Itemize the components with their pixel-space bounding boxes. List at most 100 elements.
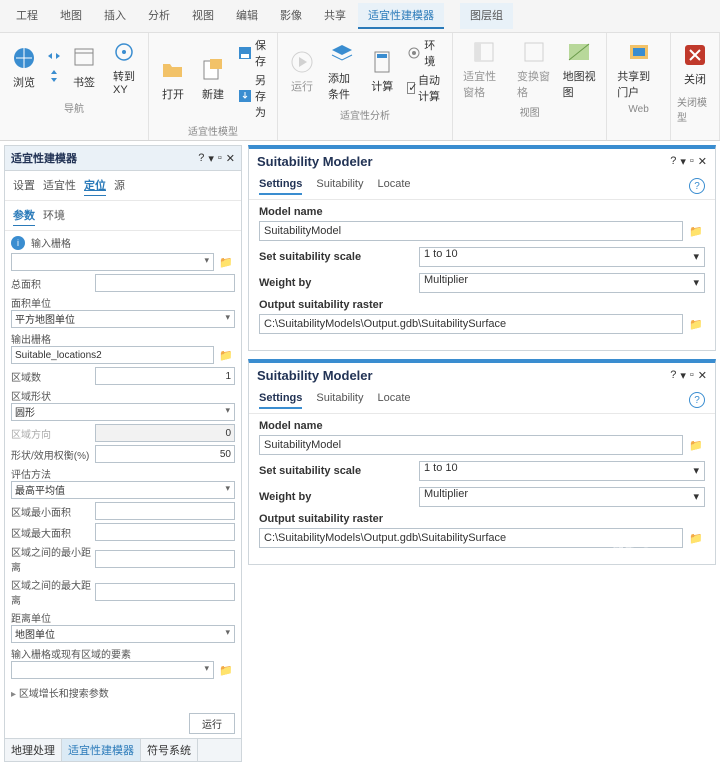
- model-name-input[interactable]: [259, 221, 683, 241]
- scale-select[interactable]: 1 to 10: [419, 461, 705, 481]
- weight-select[interactable]: Multiplier: [419, 273, 705, 293]
- subtab-params[interactable]: 参数: [13, 205, 35, 226]
- bookmark-button[interactable]: 书签: [66, 42, 102, 92]
- env-button[interactable]: 环境: [404, 36, 446, 70]
- minimize-icon[interactable]: ▾: [208, 152, 214, 165]
- subtab-locate[interactable]: 定位: [84, 175, 106, 196]
- sm-tab-locate[interactable]: Locate: [377, 178, 410, 195]
- bookmark-icon: [70, 44, 98, 72]
- subtab-suitability[interactable]: 适宜性: [43, 175, 76, 196]
- nav-arrows[interactable]: [46, 48, 62, 87]
- min-dist-input[interactable]: [95, 550, 235, 568]
- tab-view[interactable]: 视图: [182, 3, 224, 29]
- sm-tab-suitability[interactable]: Suitability: [316, 392, 363, 409]
- subtabs-1: 设置 适宜性 定位 源: [5, 171, 241, 201]
- tab-image[interactable]: 影像: [270, 3, 312, 29]
- help-icon[interactable]: ?: [198, 152, 204, 165]
- shape-weight-input[interactable]: [95, 445, 235, 463]
- pin-icon[interactable]: ▫: [690, 369, 694, 382]
- subtab-source[interactable]: 源: [114, 175, 125, 196]
- close-button[interactable]: 关闭: [677, 39, 713, 89]
- ftab-symbology[interactable]: 符号系统: [141, 739, 198, 761]
- addcrit-button[interactable]: 添加条件: [324, 38, 360, 104]
- browse-folder-icon[interactable]: 📁: [217, 661, 235, 679]
- browse-folder-icon[interactable]: 📁: [217, 253, 235, 271]
- suitability-modeler-pane-2: Suitability Modeler ?▾▫✕ Settings Suitab…: [248, 359, 716, 565]
- save-icon: [238, 45, 252, 61]
- dist-unit-select[interactable]: 地图单位: [11, 625, 235, 643]
- saveas-button[interactable]: 另存为: [235, 71, 271, 121]
- eval-method-select[interactable]: 最高平均值: [11, 481, 235, 499]
- tab-suitability-modeler[interactable]: 适宜性建模器: [358, 3, 444, 29]
- compute-button[interactable]: 计算: [364, 46, 400, 96]
- close-pane-icon[interactable]: ✕: [226, 152, 235, 165]
- tab-layergroup[interactable]: 图层组: [460, 3, 513, 29]
- help-icon[interactable]: ?: [670, 155, 676, 168]
- suitability-builder-pane: 适宜性建模器 ? ▾ ▫ ✕ 设置 适宜性 定位 源 参数 环境 i输入栅格 📁…: [4, 145, 242, 762]
- tab-project[interactable]: 工程: [6, 3, 48, 29]
- arrows-icon: [46, 48, 62, 67]
- target-icon: [110, 38, 138, 66]
- weight-select[interactable]: Multiplier: [419, 487, 705, 507]
- minimize-icon[interactable]: ▾: [680, 369, 686, 382]
- new-button[interactable]: 新建: [195, 54, 231, 104]
- help-icon[interactable]: ?: [670, 369, 676, 382]
- close-pane-icon[interactable]: ✕: [698, 369, 707, 382]
- transform-icon: [520, 38, 548, 66]
- output-raster-input[interactable]: [259, 528, 683, 548]
- subtab-settings[interactable]: 设置: [13, 175, 35, 196]
- sm-tab-settings[interactable]: Settings: [259, 392, 302, 409]
- region-shape-select[interactable]: 圆形: [11, 403, 235, 421]
- region-count-input[interactable]: [95, 367, 235, 385]
- scale-select[interactable]: 1 to 10: [419, 247, 705, 267]
- subtabs-2: 参数 环境: [5, 201, 241, 231]
- browse-folder-icon[interactable]: 📁: [687, 315, 705, 333]
- autocalc-check[interactable]: 自动计算: [404, 71, 446, 105]
- tab-analyze[interactable]: 分析: [138, 3, 180, 29]
- pane-button[interactable]: 适宜性窗格: [459, 36, 509, 102]
- help-dot-icon[interactable]: ?: [689, 392, 705, 408]
- footer-tabs: 地理处理 适宜性建模器 符号系统: [5, 738, 241, 761]
- save-button[interactable]: 保存: [235, 36, 271, 70]
- area-unit-select[interactable]: 平方地图单位: [11, 310, 235, 328]
- existing-select[interactable]: [11, 661, 214, 679]
- input-raster-select[interactable]: [11, 253, 214, 271]
- sm-tab-suitability[interactable]: Suitability: [316, 178, 363, 195]
- ftab-modeler[interactable]: 适宜性建模器: [62, 739, 141, 761]
- region-growth-expander[interactable]: 区域增长和搜索参数: [11, 682, 235, 703]
- ftab-geoprocessing[interactable]: 地理处理: [5, 739, 62, 761]
- tab-share[interactable]: 共享: [314, 3, 356, 29]
- total-area-input[interactable]: [95, 274, 235, 292]
- out-raster-input[interactable]: [11, 346, 214, 364]
- max-area-input[interactable]: [95, 523, 235, 541]
- output-raster-input[interactable]: [259, 314, 683, 334]
- minimize-icon[interactable]: ▾: [680, 155, 686, 168]
- close-icon: [681, 41, 709, 69]
- open-button[interactable]: 打开: [155, 54, 191, 104]
- close-pane-icon[interactable]: ✕: [698, 155, 707, 168]
- browse-folder-icon[interactable]: 📁: [687, 529, 705, 547]
- tab-insert[interactable]: 插入: [94, 3, 136, 29]
- subtab-env[interactable]: 环境: [43, 205, 65, 226]
- share-button[interactable]: 共享到门户: [613, 36, 664, 102]
- sm-tab-locate[interactable]: Locate: [377, 392, 410, 409]
- tab-edit[interactable]: 编辑: [226, 3, 268, 29]
- tab-map[interactable]: 地图: [50, 3, 92, 29]
- help-dot-icon[interactable]: ?: [689, 178, 705, 194]
- pin-icon[interactable]: ▫: [690, 155, 694, 168]
- sm-tab-settings[interactable]: Settings: [259, 178, 302, 195]
- run-button[interactable]: 运行: [284, 46, 320, 96]
- browse-folder-icon[interactable]: 📁: [217, 346, 235, 364]
- model-name-input[interactable]: [259, 435, 683, 455]
- trans-button[interactable]: 变换窗格: [513, 36, 555, 102]
- mapview-button[interactable]: 地图视图: [559, 36, 601, 102]
- layers-plus-icon: [328, 40, 356, 68]
- run-tool-button[interactable]: 运行: [189, 713, 235, 734]
- browse-button[interactable]: 浏览: [6, 42, 42, 92]
- max-dist-input[interactable]: [95, 583, 235, 601]
- goxy-button[interactable]: 转到 XY: [106, 36, 142, 98]
- min-area-input[interactable]: [95, 502, 235, 520]
- pin-icon[interactable]: ▫: [218, 152, 222, 165]
- browse-folder-icon[interactable]: 📁: [687, 436, 705, 454]
- browse-folder-icon[interactable]: 📁: [687, 222, 705, 240]
